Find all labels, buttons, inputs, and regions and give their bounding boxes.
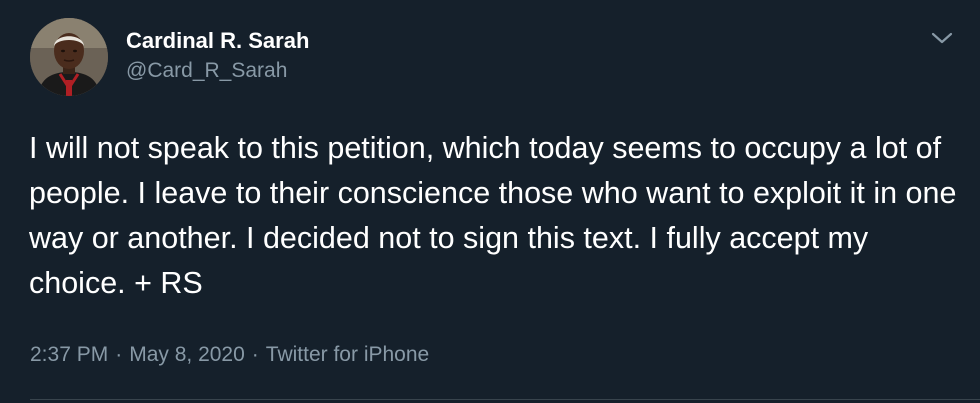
tweet-text: I will not speak to this petition, which… bbox=[29, 131, 957, 300]
tweet-date[interactable]: May 8, 2020 bbox=[129, 343, 245, 366]
chevron-down-icon bbox=[931, 32, 953, 44]
tweet-time[interactable]: 2:37 PM bbox=[30, 343, 108, 366]
separator: · bbox=[115, 343, 123, 366]
tweet-metadata: 2:37 PM · May 8, 2020 · Twitter for iPhone bbox=[30, 343, 429, 367]
author-handle[interactable]: @Card_R_Sarah bbox=[126, 59, 287, 83]
author-display-name[interactable]: Cardinal R. Sarah bbox=[126, 28, 309, 54]
avatar[interactable] bbox=[30, 18, 108, 96]
tweet-card: Cardinal R. Sarah @Card_R_Sarah I will n… bbox=[0, 0, 980, 403]
avatar-image bbox=[30, 18, 108, 96]
separator: · bbox=[251, 343, 259, 366]
tweet-menu-button[interactable] bbox=[927, 27, 957, 49]
divider bbox=[30, 399, 980, 400]
tweet-source[interactable]: Twitter for iPhone bbox=[266, 343, 429, 366]
